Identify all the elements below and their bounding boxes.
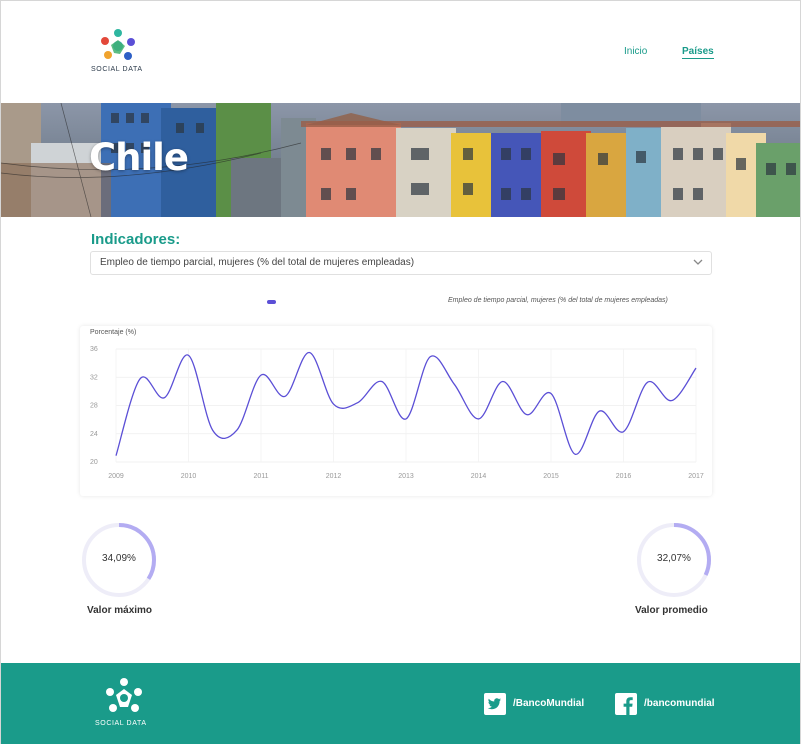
footer: SOCIAL DATA /BancoMundial /bancomundial [1, 663, 800, 744]
facebook-icon [615, 693, 637, 715]
avg-value-label: Valor promedio [635, 605, 708, 616]
avg-value: 32,07% [657, 553, 691, 564]
indicators-label: Indicadores: [91, 231, 181, 248]
y-tick-label: 20 [90, 459, 98, 466]
page-title: Chile [89, 136, 189, 179]
chart-card: Porcentaje (%) 36 32 28 24 20 2009 2010 2011 20… [80, 326, 712, 496]
twitter-icon [484, 693, 506, 715]
legend-label[interactable]: Empleo de tiempo parcial, mujeres (% del… [448, 297, 668, 304]
x-tick-label: 2011 [253, 473, 268, 480]
x-tick-label: 2014 [471, 473, 487, 480]
x-tick-label: 2009 [108, 473, 124, 480]
x-tick-label: 2013 [398, 473, 414, 480]
y-tick-label: 28 [90, 403, 98, 410]
x-tick-label: 2017 [688, 473, 704, 480]
indicator-select[interactable]: Empleo de tiempo parcial, mujeres (% del… [90, 251, 712, 275]
y-tick-label: 24 [90, 431, 98, 438]
y-tick-label: 32 [90, 374, 98, 381]
indicator-select-value: Empleo de tiempo parcial, mujeres (% del… [100, 257, 415, 268]
footer-logo-text: SOCIAL DATA [95, 720, 147, 727]
y-axis-label: Porcentaje (%) [90, 329, 136, 336]
footer-logo[interactable]: SOCIAL DATA [94, 677, 154, 731]
logo-text: SOCIAL DATA [91, 66, 143, 73]
avg-value-gauge: 32,07% [635, 521, 713, 599]
x-tick-label: 2016 [616, 473, 632, 480]
nav-paises[interactable]: Países [682, 46, 714, 59]
footer-logo-icon [106, 678, 142, 712]
legend-swatch[interactable] [267, 300, 276, 304]
chevron-down-icon [693, 259, 703, 265]
x-tick-label: 2015 [543, 473, 559, 480]
x-tick-label: 2010 [181, 473, 197, 480]
x-tick-label: 2012 [326, 473, 342, 480]
y-tick-label: 36 [90, 346, 98, 353]
nav-inicio[interactable]: Inicio [624, 46, 647, 57]
twitter-handle: /BancoMundial [513, 698, 585, 709]
max-value-label: Valor máximo [87, 605, 153, 616]
logo-icon [101, 29, 135, 60]
max-value: 34,09% [102, 553, 136, 564]
facebook-handle: /bancomundial [644, 698, 715, 709]
max-value-gauge: 34,09% [80, 521, 158, 599]
site-logo[interactable]: SOCIAL DATA [91, 28, 145, 76]
line-chart: Porcentaje (%) 36 32 28 24 20 2009 2010 2011 20… [90, 329, 704, 480]
